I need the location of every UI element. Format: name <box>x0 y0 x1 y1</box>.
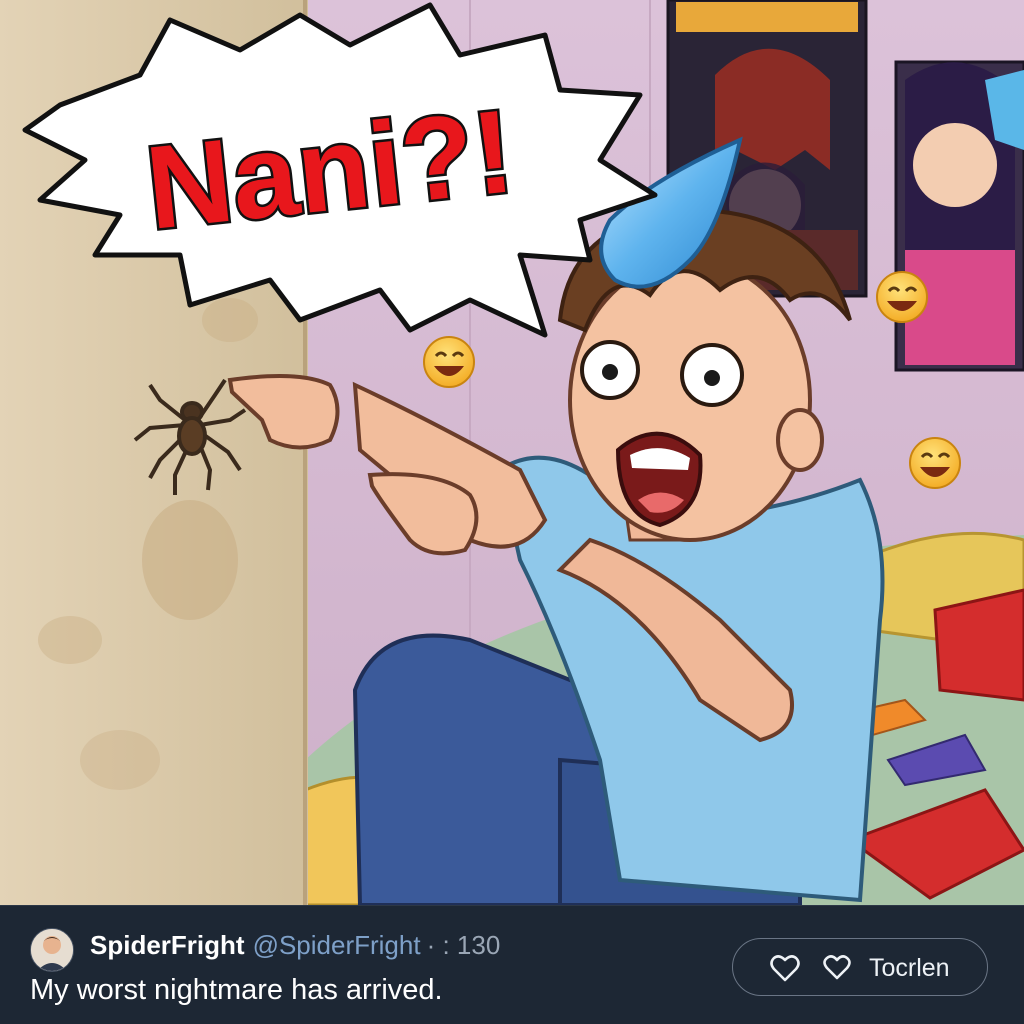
display-name[interactable]: SpiderFright <box>90 930 245 960</box>
meme-image: Nani?! <box>0 0 1024 905</box>
post-meta: · : 130 <box>426 930 501 960</box>
anime-poster-right <box>894 60 1024 372</box>
avatar[interactable] <box>30 928 74 972</box>
grinning-sweat-emoji <box>423 336 475 388</box>
speech-bubble-icon[interactable] <box>822 954 852 982</box>
post-text: My worst nightmare has arrived. <box>30 974 443 1006</box>
post-author-line: SpiderFright @SpiderFright · : 130 <box>90 930 500 961</box>
post-actions: Tocrlen <box>732 938 988 996</box>
heart-icon[interactable] <box>770 954 800 982</box>
action-label[interactable]: Tocrlen <box>869 954 950 983</box>
grinning-sweat-emoji <box>876 271 928 323</box>
user-handle[interactable]: @SpiderFright <box>253 930 421 960</box>
grinning-sweat-emoji <box>909 437 961 489</box>
